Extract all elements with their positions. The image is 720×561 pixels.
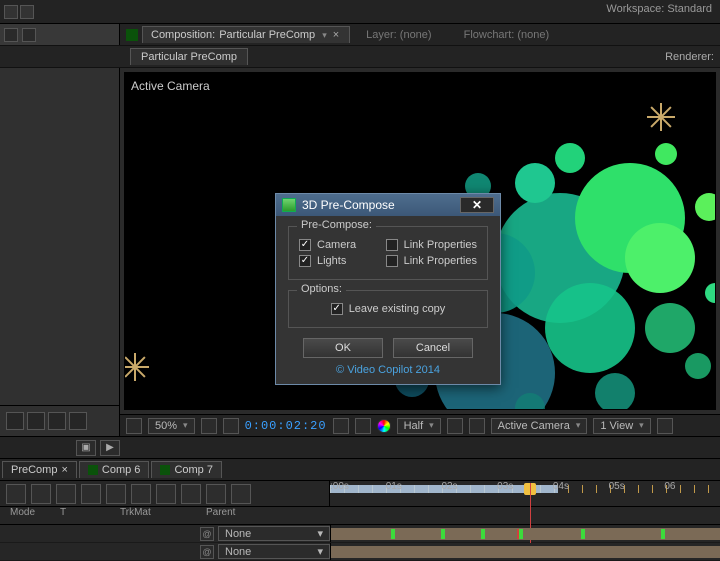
pickwhip-icon[interactable]: @ — [200, 545, 214, 559]
timeline-tool-icon[interactable] — [106, 484, 126, 504]
timeline-tool-icon[interactable] — [156, 484, 176, 504]
group-label-options: Options: — [297, 283, 346, 295]
timecode-display[interactable]: 0:00:02:20 — [245, 419, 327, 433]
timeline-tool-icon[interactable] — [181, 484, 201, 504]
checkbox-link-lights[interactable] — [386, 255, 398, 267]
composition-viewport[interactable]: Active Camera — [124, 72, 716, 410]
col-trkmat: TrkMat — [120, 507, 200, 524]
active-camera-label: Active Camera — [131, 79, 210, 93]
layer-tab[interactable]: Layer: (none) — [350, 27, 447, 43]
timeline-tab[interactable]: Comp 7 — [151, 461, 222, 478]
composition-prefix: Composition: — [151, 29, 215, 41]
composition-tab[interactable]: Composition: Particular PreComp × — [142, 26, 350, 43]
timeline-tab-label: Comp 7 — [174, 464, 213, 476]
timeline-tool-icon[interactable] — [206, 484, 226, 504]
comp-icon — [126, 29, 138, 41]
comp-icon — [160, 465, 170, 475]
timeline-tab-label: Comp 6 — [102, 464, 141, 476]
precompose-dialog: 3D Pre-Compose ✕ Pre-Compose: Camera Lin… — [275, 193, 501, 385]
tick-label: 05s — [609, 481, 665, 492]
pickwhip-icon[interactable]: @ — [200, 527, 214, 541]
dialog-copyright: © Video Copilot 2014 — [288, 364, 488, 376]
timeline-tab[interactable]: Comp 6 — [79, 461, 150, 478]
checkbox-lights-label: Lights — [317, 255, 346, 267]
timeline-tool-icon[interactable] — [56, 484, 76, 504]
chevron-down-icon[interactable] — [319, 29, 327, 41]
tick-label: 06 — [664, 481, 720, 492]
close-icon[interactable]: × — [61, 464, 67, 476]
rail-icon[interactable] — [69, 412, 87, 430]
tick-label: :00s — [330, 481, 386, 492]
layer-row[interactable]: @ None▾ — [0, 543, 720, 561]
cancel-button[interactable]: Cancel — [393, 338, 473, 358]
timeline-tool-icon[interactable] — [131, 484, 151, 504]
renderer-label[interactable]: Renderer: — [665, 51, 720, 63]
rail-icon[interactable] — [48, 412, 66, 430]
workspace-value[interactable]: Standard — [667, 3, 712, 15]
checkbox-lights[interactable] — [299, 255, 311, 267]
timeline-tab[interactable]: PreComp × — [2, 461, 77, 478]
tool-icon[interactable] — [4, 5, 18, 19]
viewer-icon[interactable] — [126, 418, 142, 434]
checkbox-camera[interactable] — [299, 239, 311, 251]
timeline-tool-icon[interactable] — [231, 484, 251, 504]
flowchart-tab[interactable]: Flowchart: (none) — [448, 27, 566, 43]
transparency-icon[interactable] — [469, 418, 485, 434]
view-option-icon[interactable] — [657, 418, 673, 434]
grid-icon[interactable] — [201, 418, 217, 434]
workspace-label: Workspace: — [606, 3, 664, 15]
panel-icon[interactable] — [22, 28, 36, 42]
mask-icon[interactable] — [223, 418, 239, 434]
tick-label: 02s — [441, 481, 497, 492]
checkbox-camera-label: Camera — [317, 239, 356, 251]
roi-icon[interactable] — [447, 418, 463, 434]
dialog-close-button[interactable]: ✕ — [460, 197, 494, 213]
tick-label: 01s — [386, 481, 442, 492]
rail-icon[interactable] — [6, 412, 24, 430]
tick-label: 04s — [553, 481, 609, 492]
checkbox-link-lights-label: Link Properties — [404, 255, 477, 267]
ok-button[interactable]: OK — [303, 338, 383, 358]
checkbox-link-camera[interactable] — [386, 239, 398, 251]
dialog-app-icon — [282, 198, 296, 212]
snapshot-icon[interactable] — [333, 418, 349, 434]
play-icon[interactable]: ▶ — [100, 440, 120, 456]
expand-icon[interactable]: ▣ — [76, 440, 96, 456]
composition-name: Particular PreComp — [219, 29, 315, 41]
zoom-dropdown[interactable]: 50% — [148, 418, 195, 434]
time-ruler[interactable]: :00s 01s 02s 03s 04s 05s 06 — [330, 481, 720, 506]
col-t: T — [60, 507, 120, 524]
col-parent: Parent — [200, 507, 330, 524]
lens-flare-icon — [647, 103, 675, 131]
timeline-tool-icon[interactable] — [81, 484, 101, 504]
close-icon[interactable]: × — [331, 29, 341, 41]
channel-icon[interactable] — [355, 418, 371, 434]
parent-dropdown[interactable]: None▾ — [218, 526, 330, 541]
tool-icon[interactable] — [20, 5, 34, 19]
rail-icon[interactable] — [27, 412, 45, 430]
views-dropdown[interactable]: 1 View — [593, 418, 650, 434]
dialog-title: 3D Pre-Compose — [302, 198, 395, 212]
timeline-tool-icon[interactable] — [6, 484, 26, 504]
group-label-precompose: Pre-Compose: — [297, 219, 376, 231]
comp-icon — [88, 465, 98, 475]
comp-subtab[interactable]: Particular PreComp — [130, 48, 248, 65]
checkbox-leave-copy[interactable] — [331, 303, 343, 315]
camera-dropdown[interactable]: Active Camera — [491, 418, 588, 434]
checkbox-link-camera-label: Link Properties — [404, 239, 477, 251]
layer-row[interactable]: @ None▾ — [0, 525, 720, 543]
timeline-tool-icon[interactable] — [31, 484, 51, 504]
lens-flare-icon — [124, 353, 149, 381]
col-mode: Mode — [0, 507, 60, 524]
resolution-dropdown[interactable]: Half — [397, 418, 441, 434]
parent-dropdown[interactable]: None▾ — [218, 544, 330, 559]
timeline-tab-label: PreComp — [11, 464, 57, 476]
color-icon[interactable] — [377, 419, 391, 433]
panel-icon[interactable] — [4, 28, 18, 42]
checkbox-leave-copy-label: Leave existing copy — [349, 303, 446, 315]
